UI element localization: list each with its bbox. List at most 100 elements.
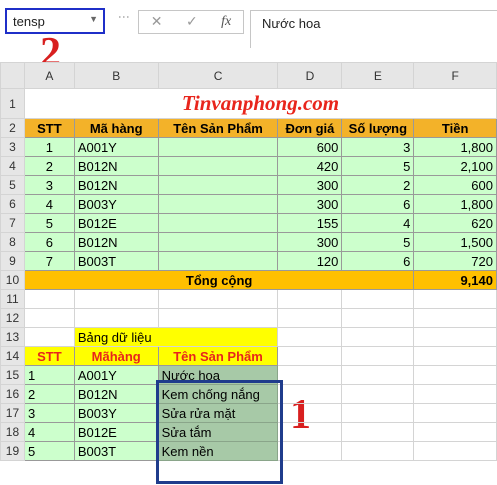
cell[interactable] (277, 403, 343, 423)
cell[interactable] (277, 441, 343, 461)
selected-cell[interactable]: Sửa tắm (157, 422, 279, 442)
column-header[interactable]: B (73, 62, 159, 89)
lookup-cell[interactable]: 4 (23, 422, 75, 442)
row-header[interactable]: 17 (0, 403, 25, 423)
select-all-corner[interactable] (0, 62, 25, 89)
lookup-cell[interactable]: 5 (23, 441, 75, 461)
cell[interactable] (157, 289, 279, 309)
cell[interactable] (277, 289, 343, 309)
header-cell[interactable]: Đơn giá (277, 118, 343, 138)
cell[interactable] (341, 308, 415, 328)
cell[interactable]: 1,500 (413, 232, 497, 252)
row-header[interactable]: 2 (0, 118, 25, 138)
cell[interactable] (157, 232, 279, 252)
row-header[interactable]: 15 (0, 365, 25, 385)
cell[interactable]: 6 (23, 232, 75, 252)
row-header[interactable]: 5 (0, 175, 25, 195)
cell[interactable]: 600 (413, 175, 497, 195)
cell[interactable]: B012N (73, 232, 159, 252)
cell[interactable] (157, 194, 279, 214)
lookup-header-cell[interactable]: Mãhàng (73, 346, 159, 366)
lookup-header-cell[interactable]: STT (23, 346, 75, 366)
header-cell[interactable]: Tên Sản Phẩm (157, 118, 279, 138)
total-value[interactable]: 9,140 (413, 270, 497, 290)
cell[interactable] (413, 308, 497, 328)
chevron-down-icon[interactable]: ▼ (89, 14, 98, 24)
cell[interactable]: B003Y (73, 194, 159, 214)
cell[interactable] (157, 308, 279, 328)
cell[interactable] (413, 289, 497, 309)
row-header[interactable]: 16 (0, 384, 25, 404)
cell[interactable]: 2 (341, 175, 415, 195)
cell[interactable]: 300 (277, 194, 343, 214)
enter-icon[interactable]: ✓ (186, 14, 198, 30)
row-header[interactable]: 9 (0, 251, 25, 271)
cell[interactable] (23, 308, 75, 328)
more-icon[interactable]: ⋮ (117, 11, 131, 21)
cell[interactable] (277, 384, 343, 404)
cell[interactable] (23, 327, 75, 347)
cell[interactable] (341, 403, 415, 423)
cell[interactable]: 155 (277, 213, 343, 233)
insert-function-icon[interactable]: fx (221, 14, 231, 30)
cell[interactable]: 420 (277, 156, 343, 176)
cell[interactable] (23, 289, 75, 309)
cell[interactable] (157, 251, 279, 271)
lookup-cell[interactable]: 3 (23, 403, 75, 423)
selected-cell[interactable]: Nước hoa (157, 365, 279, 385)
cell[interactable] (157, 175, 279, 195)
cell[interactable]: 300 (277, 175, 343, 195)
cell[interactable]: B012E (73, 213, 159, 233)
cell[interactable] (277, 365, 343, 385)
cell[interactable] (277, 346, 343, 366)
row-header[interactable]: 8 (0, 232, 25, 252)
lookup-header-cell[interactable]: Tên Sản Phẩm (157, 346, 279, 366)
lookup-cell[interactable]: 1 (23, 365, 75, 385)
cell[interactable]: 4 (341, 213, 415, 233)
row-header[interactable]: 1 (0, 88, 25, 119)
cell[interactable]: 120 (277, 251, 343, 271)
cell[interactable]: B003T (73, 251, 159, 271)
cell[interactable]: 5 (23, 213, 75, 233)
column-header[interactable]: D (277, 62, 343, 89)
column-header[interactable]: E (341, 62, 415, 89)
cell[interactable] (413, 365, 497, 385)
header-cell[interactable]: Tiền (413, 118, 497, 138)
cell[interactable]: 2 (23, 156, 75, 176)
lookup-cell[interactable]: B012E (73, 422, 159, 442)
cell[interactable] (413, 403, 497, 423)
lookup-cell[interactable]: B012N (73, 384, 159, 404)
cell[interactable] (157, 213, 279, 233)
header-cell[interactable]: Số lượng (341, 118, 415, 138)
row-header[interactable]: 10 (0, 270, 25, 290)
cell[interactable] (341, 384, 415, 404)
cell[interactable] (413, 422, 497, 442)
cell[interactable] (341, 365, 415, 385)
formula-input[interactable]: Nước hoa (250, 10, 497, 48)
cell[interactable]: 2,100 (413, 156, 497, 176)
cell[interactable]: 1,800 (413, 137, 497, 157)
cell[interactable] (341, 346, 415, 366)
cell[interactable] (277, 422, 343, 442)
total-label[interactable]: Tổng cộng (23, 270, 415, 290)
cell[interactable]: 600 (277, 137, 343, 157)
lookup-cell[interactable]: 2 (23, 384, 75, 404)
row-header[interactable]: 11 (0, 289, 25, 309)
row-header[interactable]: 19 (0, 441, 25, 461)
row-header[interactable]: 18 (0, 422, 25, 442)
cell[interactable] (157, 156, 279, 176)
cell[interactable]: 5 (341, 156, 415, 176)
cell[interactable] (157, 137, 279, 157)
cell[interactable]: 1,800 (413, 194, 497, 214)
cell[interactable] (413, 327, 497, 347)
header-cell[interactable]: STT (23, 118, 75, 138)
cell[interactable] (413, 441, 497, 461)
cell[interactable] (341, 327, 415, 347)
cell[interactable]: 5 (341, 232, 415, 252)
cell[interactable]: 7 (23, 251, 75, 271)
cancel-icon[interactable]: ✕ (151, 14, 163, 30)
cell[interactable] (341, 422, 415, 442)
cell[interactable]: 6 (341, 251, 415, 271)
cell[interactable]: B012N (73, 175, 159, 195)
lookup-caption[interactable]: Bảng dữ liệu (73, 327, 279, 347)
